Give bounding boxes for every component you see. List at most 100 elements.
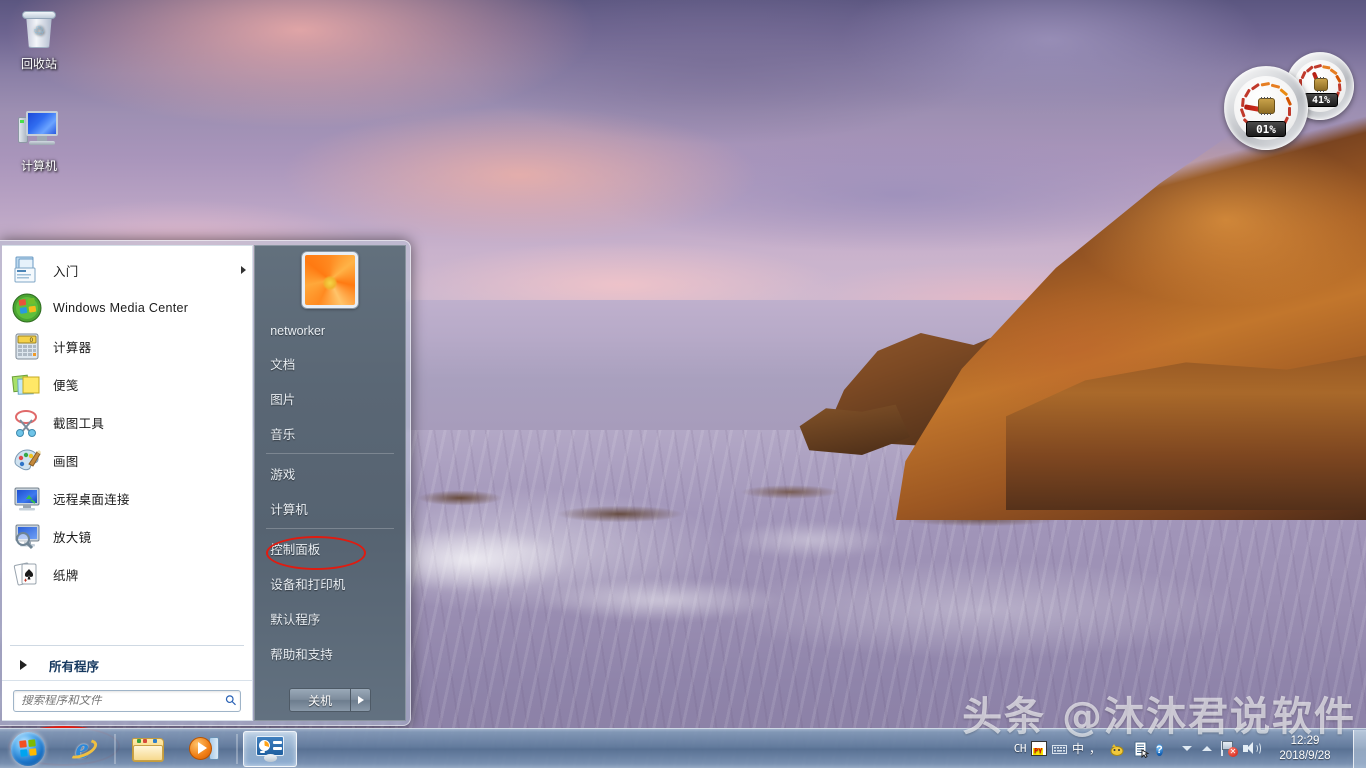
getting-started-icon [11, 254, 43, 286]
remote-desktop-icon [11, 482, 43, 514]
wmp-icon [189, 736, 219, 762]
places-item-games[interactable]: 游戏 [259, 456, 401, 491]
svg-text:♦: ♦ [24, 578, 27, 584]
start-menu-places-panel: networker 文档 图片 音乐 游戏 计算机 控制面板 设 [254, 245, 406, 721]
shutdown-options-button[interactable] [350, 688, 371, 712]
taskbar-button-windows-explorer[interactable] [121, 731, 175, 767]
chevron-right-icon [20, 660, 27, 670]
memory-chip-icon [1314, 78, 1328, 91]
soft-keyboard-icon[interactable] [1052, 742, 1067, 756]
recycle-bin-icon: ♲ [2, 6, 76, 54]
ime-language-label: CH [1014, 742, 1026, 755]
start-menu-divider [10, 645, 244, 646]
start-item-solitaire[interactable]: ♦ 纸牌 [2, 555, 252, 593]
windows-logo-icon [11, 732, 45, 766]
places-item-label: 音乐 [270, 424, 295, 443]
document-icon[interactable] [1132, 740, 1150, 758]
start-menu-programs-panel: 入门 [2, 245, 253, 721]
start-menu-search-area: ⚲ [2, 680, 252, 720]
start-item-snipping-tool[interactable]: 截图工具 [2, 403, 252, 441]
start-button[interactable] [2, 730, 54, 768]
user-avatar[interactable] [302, 252, 358, 308]
start-item-label: 放大镜 [53, 527, 246, 546]
desktop-icon-recycle-bin[interactable]: ♲ 回收站 [2, 6, 76, 71]
ie-icon: e [67, 734, 97, 764]
places-item-help-and-support[interactable]: 帮助和支持 [259, 636, 401, 671]
control-panel-icon [255, 736, 285, 762]
places-item-devices-and-printers[interactable]: 设备和打印机 [259, 566, 401, 601]
user-name-item[interactable]: networker [259, 316, 401, 346]
paint-icon [11, 444, 43, 476]
windows-media-center-icon [11, 292, 43, 324]
all-programs-button[interactable]: 所有程序 [2, 650, 252, 680]
show-hidden-icons-button[interactable] [1202, 746, 1212, 751]
start-item-calculator[interactable]: 0 计算器 [2, 327, 252, 365]
start-item-label: Windows Media Center [53, 301, 246, 315]
cpu-meter-gadget[interactable]: 01% [1224, 66, 1308, 150]
snipping-tool-icon [11, 406, 43, 438]
taskbar-button-control-panel[interactable] [243, 731, 297, 767]
places-item-label: 设备和打印机 [270, 574, 345, 593]
start-item-magnifier[interactable]: 放大镜 [2, 517, 252, 555]
start-item-windows-media-center[interactable]: Windows Media Center [2, 289, 252, 327]
chevron-down-icon[interactable] [1182, 746, 1192, 751]
places-item-music[interactable]: 音乐 [259, 416, 401, 451]
user-name-label: networker [270, 324, 325, 338]
start-item-label: 截图工具 [53, 413, 246, 432]
cpu-percent-label: 01% [1246, 121, 1286, 137]
start-item-paint[interactable]: 画图 [2, 441, 252, 479]
places-item-documents[interactable]: 文档 [259, 346, 401, 381]
taskbar-button-windows-media-player[interactable] [177, 731, 231, 767]
clock[interactable]: 12:29 2018/9/28 [1263, 734, 1349, 764]
start-item-label: 入门 [53, 261, 241, 280]
taskbar-separator [114, 734, 116, 764]
places-item-default-programs[interactable]: 默认程序 [259, 601, 401, 636]
shutdown-area: 关机 [255, 688, 405, 712]
memory-percent-label: 41% [1304, 93, 1338, 107]
places-divider [266, 528, 394, 529]
search-input[interactable] [21, 695, 226, 707]
places-item-label: 文档 [270, 354, 295, 373]
ime-toolbar[interactable]: CH PY 中 ， [1010, 738, 1105, 760]
start-item-label: 计算器 [53, 337, 246, 356]
start-item-label: 便笺 [53, 375, 246, 394]
search-box[interactable]: ⚲ [13, 690, 241, 712]
places-item-label: 游戏 [270, 464, 295, 483]
desktop-icon-computer[interactable]: 计算机 [2, 108, 76, 173]
places-item-label: 帮助和支持 [270, 644, 333, 663]
places-item-label: 控制面板 [270, 539, 320, 558]
start-menu-program-list: 入门 [2, 246, 252, 641]
ime-mode-label[interactable]: 中 [1072, 740, 1084, 757]
taskbar-separator [236, 734, 238, 764]
ime-punctuation-toggle[interactable]: ， [1089, 740, 1101, 757]
solitaire-icon: ♦ [11, 558, 43, 590]
help-icon[interactable]: ? [1156, 740, 1174, 758]
places-item-label: 计算机 [270, 499, 308, 518]
places-item-computer[interactable]: 计算机 [259, 491, 401, 526]
computer-icon [2, 108, 76, 156]
magnifier-icon [11, 520, 43, 552]
start-item-remote-desktop[interactable]: 远程桌面连接 [2, 479, 252, 517]
places-item-control-panel[interactable]: 控制面板 [259, 531, 401, 566]
clock-time: 12:29 [1263, 734, 1347, 749]
places-item-label: 默认程序 [270, 609, 320, 628]
start-item-label: 画图 [53, 451, 246, 470]
show-desktop-button[interactable] [1353, 730, 1366, 768]
chevron-right-icon [241, 266, 246, 274]
taskbar-button-internet-explorer[interactable]: e [55, 731, 109, 767]
shutdown-button[interactable]: 关机 [289, 688, 350, 712]
places-item-label: 图片 [270, 389, 295, 408]
system-tray: CH PY 中 ， [1010, 729, 1366, 768]
start-item-getting-started[interactable]: 入门 [2, 251, 252, 289]
notification-icon[interactable] [1108, 740, 1126, 758]
start-item-label: 远程桌面连接 [53, 489, 246, 508]
desktop-icon-label: 回收站 [21, 57, 57, 71]
start-item-sticky-notes[interactable]: 便笺 [2, 365, 252, 403]
desktop-icon-label: 计算机 [21, 159, 57, 173]
volume-icon[interactable] [1243, 741, 1260, 756]
places-item-pictures[interactable]: 图片 [259, 381, 401, 416]
network-icon[interactable]: ✕ [1220, 741, 1237, 756]
taskbar: e [0, 728, 1366, 768]
pinyin-ime-icon[interactable]: PY [1031, 741, 1047, 756]
places-divider [266, 453, 394, 454]
